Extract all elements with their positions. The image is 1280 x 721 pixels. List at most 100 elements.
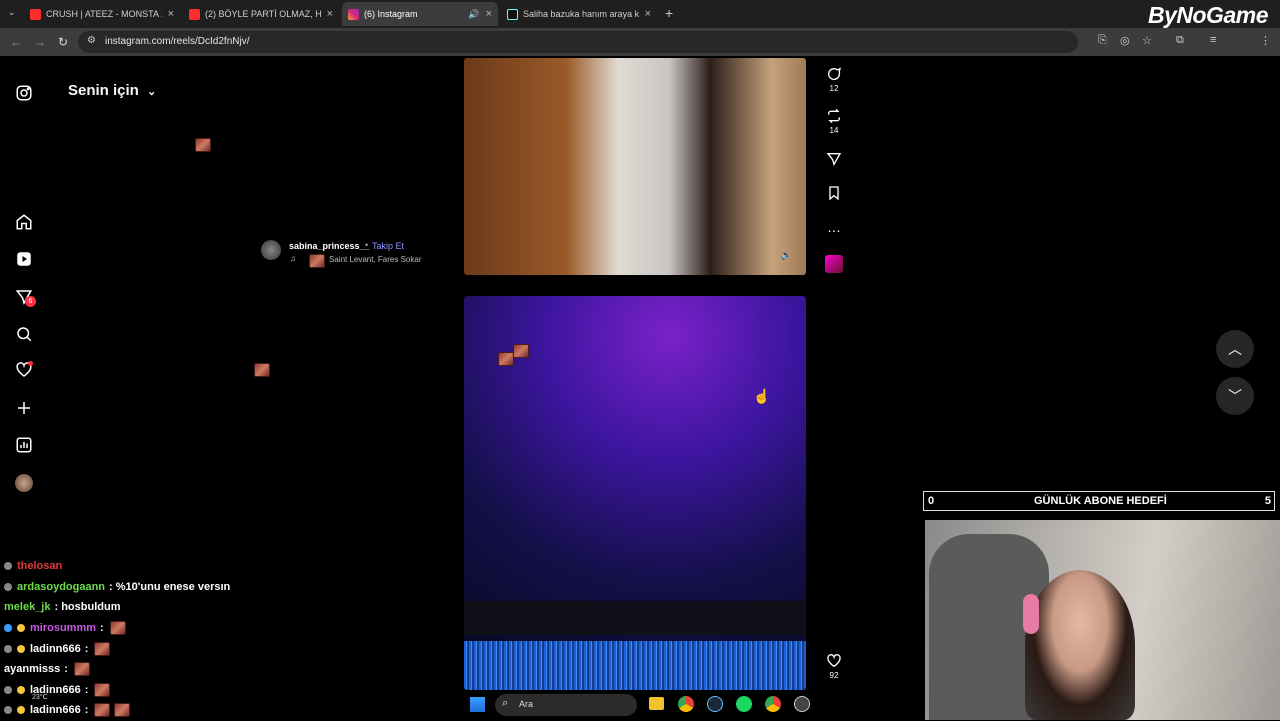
spotify-icon[interactable]: [736, 696, 752, 712]
repost-button[interactable]: 14: [822, 108, 846, 135]
chrome-icon[interactable]: [765, 696, 781, 712]
previous-reel-button[interactable]: ︿: [1216, 330, 1254, 368]
url-text: instagram.com/reels/DcId2fnNjv/: [105, 36, 250, 47]
browser-tab-2[interactable]: (2) BÖYLE PARTİ OLMAZ, HAVU ×: [183, 2, 339, 26]
weather-readout: 23°C: [32, 694, 48, 701]
emote-sticker: [513, 344, 529, 358]
chat-text: :: [100, 622, 104, 635]
audio-waveform: [464, 641, 806, 690]
browser-menu-icon[interactable]: ⋮: [1260, 34, 1271, 47]
tab-title: CRUSH | ATEEZ - MONSTA X İsi: [46, 9, 162, 19]
follow-button[interactable]: Takip Et: [372, 241, 404, 251]
reload-icon[interactable]: ↻: [58, 35, 68, 49]
back-arrow-icon[interactable]: ←: [10, 35, 22, 49]
feed-title: Senin için: [68, 82, 139, 99]
close-tab-icon[interactable]: ×: [645, 8, 651, 20]
audio-title[interactable]: Saint Levant, Fares Sokar: [329, 255, 422, 264]
notifications-icon[interactable]: [15, 361, 33, 379]
goal-current: 0: [928, 495, 935, 507]
browser-tab-3[interactable]: (6) Instagram 🔊 ×: [342, 2, 498, 26]
speaker-icon[interactable]: 🔊: [468, 9, 479, 20]
chat-text: :: [84, 683, 89, 696]
feed-selector[interactable]: Senin için ⌄: [68, 82, 156, 99]
tiktok-favicon-icon: [507, 8, 518, 20]
bookmark-star-icon[interactable]: ☆: [1142, 34, 1152, 47]
chat-message: ardasoydogaann: %10'unu enese versın: [4, 577, 264, 598]
chat-username: ladinn666: [30, 642, 81, 655]
tab-title: (6) Instagram: [364, 9, 418, 19]
badge-icon: [4, 706, 12, 715]
comment-button[interactable]: 12: [822, 66, 846, 93]
file-explorer-icon[interactable]: [649, 697, 664, 710]
messages-icon[interactable]: 6: [15, 288, 36, 307]
close-tab-icon[interactable]: ×: [327, 8, 333, 20]
dashboard-icon[interactable]: [15, 436, 33, 454]
next-reel-button[interactable]: ﹀: [1216, 377, 1254, 415]
steam-icon[interactable]: [707, 696, 723, 712]
separator-dot: •: [365, 240, 369, 250]
emote-sticker: [94, 703, 111, 718]
reel-video-previous[interactable]: 🔈: [464, 58, 806, 275]
more-options-icon[interactable]: …: [822, 219, 846, 235]
site-info-icon[interactable]: ⚙: [87, 35, 96, 46]
badge-icon: [17, 644, 25, 653]
chat-message: ayanmisss:: [4, 659, 264, 680]
app-icon[interactable]: [794, 696, 810, 712]
chat-text: :: [84, 704, 89, 717]
install-app-icon[interactable]: ⎘: [1098, 34, 1107, 47]
media-controls-icon[interactable]: ≡: [1210, 34, 1216, 46]
badge-icon: [17, 706, 25, 715]
chat-message: ladinn666:: [4, 638, 264, 659]
author-username[interactable]: sabina_princess__: [289, 241, 370, 251]
youtube-favicon-icon: [189, 8, 200, 20]
browser-tab-4[interactable]: Saliha bazuka hanım araya kay ×: [501, 2, 657, 26]
badge-icon: [4, 562, 12, 571]
instagram-favicon-icon: [348, 8, 359, 20]
emote-sticker: [498, 352, 514, 366]
create-icon[interactable]: [15, 399, 33, 417]
close-tab-icon[interactable]: ×: [168, 8, 174, 20]
reel-video-current[interactable]: ☝: [464, 296, 806, 690]
emote-sticker: [94, 682, 111, 697]
home-icon[interactable]: [15, 213, 33, 231]
subscriber-goal-bar: 0 GÜNLÜK ABONE HEDEFİ 5: [923, 491, 1275, 511]
address-bar[interactable]: ⚙ instagram.com/reels/DcId2fnNjv/: [78, 31, 1078, 53]
like-count: 92: [829, 671, 839, 680]
close-tab-icon[interactable]: ×: [486, 8, 492, 20]
chat-username: ardasoydogaann: [17, 580, 106, 593]
speaker-icon[interactable]: 🔈: [781, 250, 792, 261]
browser-toolbar: ← → ↻ ⚙ instagram.com/reels/DcId2fnNjv/ …: [0, 28, 1280, 76]
forward-arrow-icon[interactable]: →: [34, 35, 46, 49]
chrome-icon[interactable]: [678, 696, 694, 712]
new-tab-button[interactable]: +: [665, 5, 673, 21]
emote-sticker: [254, 363, 270, 377]
author-avatar[interactable]: [261, 240, 281, 260]
badge-icon: [4, 624, 12, 633]
extensions-icon[interactable]: ⧉: [1176, 34, 1184, 47]
audio-thumbnail[interactable]: [822, 255, 846, 273]
tab-title: (2) BÖYLE PARTİ OLMAZ, HAVU: [205, 9, 321, 19]
windows-start-icon[interactable]: [470, 697, 485, 712]
chat-text: : %10'unu enese versın: [109, 580, 231, 593]
chevron-down-icon: ﹀: [1228, 388, 1242, 404]
emote-sticker: [309, 254, 325, 268]
chat-username: ladinn666: [30, 704, 81, 717]
reels-icon[interactable]: [15, 250, 33, 268]
search-icon: ⌕: [502, 697, 509, 709]
instagram-logo-icon[interactable]: [15, 84, 33, 102]
tab-list-chevron-icon[interactable]: ⌄: [8, 7, 16, 18]
save-button[interactable]: [822, 185, 846, 203]
bynogame-logo: ByNoGame: [1148, 2, 1268, 28]
emote-sticker: [73, 662, 90, 677]
taskbar-search[interactable]: ⌕ Ara: [495, 694, 637, 716]
search-label: Ara: [519, 699, 534, 709]
profile-avatar[interactable]: [15, 474, 33, 492]
cursor-hand-icon: ☝: [753, 388, 771, 404]
search-icon[interactable]: [15, 325, 33, 343]
notification-dot: [28, 361, 33, 366]
browser-tab-1[interactable]: CRUSH | ATEEZ - MONSTA X İsi ×: [24, 2, 180, 26]
tracking-off-icon[interactable]: ◎: [1120, 34, 1130, 47]
streamer: [1025, 570, 1135, 720]
like-button[interactable]: 92: [822, 653, 846, 680]
share-button[interactable]: [822, 151, 846, 169]
